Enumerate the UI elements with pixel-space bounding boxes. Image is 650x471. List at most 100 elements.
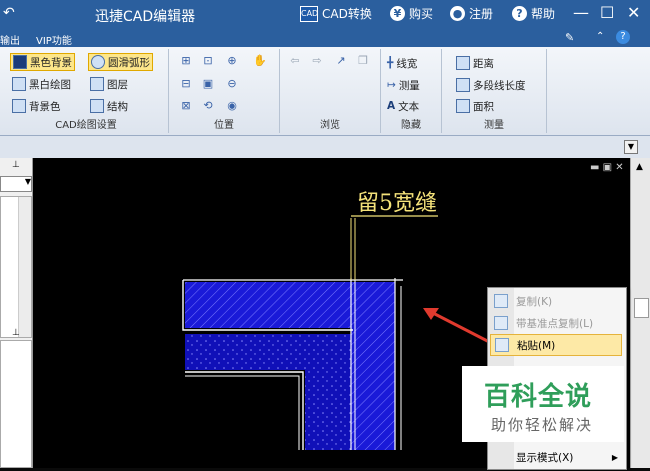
group-label-measure: 测量: [484, 120, 504, 131]
menu-output[interactable]: 输出: [0, 32, 20, 47]
scroll-up-icon[interactable]: ▲: [636, 162, 643, 172]
buy-button[interactable]: ¥ 购买: [390, 5, 433, 22]
layers-label: 图层: [107, 78, 128, 91]
minimize-button[interactable]: —: [573, 3, 589, 22]
question-icon: ?: [512, 6, 527, 21]
watermark-title: 百科全说: [484, 382, 593, 412]
group-label-position: 位置: [214, 120, 234, 131]
black-white-label: 黑白绘图: [29, 78, 71, 91]
black-white-drawing-button[interactable]: 黑白绘图: [12, 76, 71, 92]
background-color-button[interactable]: 背景色: [12, 98, 61, 114]
zoom-window-icon[interactable]: ⊡: [201, 55, 215, 67]
back-arrow-icon[interactable]: ⇦: [288, 55, 302, 67]
open-icon[interactable]: ↗: [334, 55, 348, 67]
structure-icon: [90, 99, 104, 113]
structure-button[interactable]: 结构: [90, 98, 128, 114]
left-panel: ⊥ ▼ ⊥: [0, 158, 33, 468]
forward-arrow-icon[interactable]: ⇨: [310, 55, 324, 67]
submenu-arrow-icon: ▶: [611, 452, 618, 462]
title-bar: ↶ 迅捷CAD编辑器 CAD CAD转换 ¥ 购买 ● 注册 ? 帮助 — ☐ …: [0, 0, 650, 30]
cad-convert-button[interactable]: CAD CAD转换: [300, 5, 372, 22]
black-background-button[interactable]: 黑色背景: [10, 53, 75, 71]
menu-display-mode-label: 显示模式(X): [516, 451, 574, 464]
region-zoom-icon[interactable]: ⊞: [179, 55, 193, 67]
ribbon: 黑色背景 圆滑弧形 黑白绘图 图层 背景色 结构 CAD绘图设置 ⊞ ⊡ ⊕ ✋…: [0, 47, 650, 136]
properties-list[interactable]: [0, 340, 32, 468]
ribbon-help-icon[interactable]: ?: [616, 30, 630, 44]
pin-icon-2[interactable]: ⊥: [12, 328, 20, 338]
fit-icon[interactable]: ⊟: [179, 78, 193, 90]
group-browse: ⇦ ⇨ ↗ ❐ 浏览: [280, 49, 381, 133]
group-cad-settings: 黑色背景 圆滑弧形 黑白绘图 图层 背景色 结构 CAD绘图设置: [4, 49, 169, 133]
smooth-arc-label: 圆滑弧形: [108, 56, 150, 69]
menu-copy[interactable]: 复制(K): [490, 291, 622, 311]
layer-combo[interactable]: ▼: [0, 176, 32, 192]
vertical-scrollbar[interactable]: ▲: [630, 158, 650, 468]
outline-wall: [185, 371, 304, 450]
toolbar-strip: ▼: [0, 136, 650, 159]
wall-fill-lower: [305, 370, 351, 450]
rotate-icon[interactable]: ⟲: [201, 100, 215, 112]
watermark-subtitle: 助你轻松解决: [491, 416, 594, 434]
close-button[interactable]: ✕: [627, 3, 640, 22]
smooth-arc-button[interactable]: 圆滑弧形: [88, 53, 153, 71]
text-icon: A: [387, 100, 396, 112]
distance-button[interactable]: 距离: [456, 55, 494, 71]
cad-convert-label: CAD转换: [322, 7, 372, 21]
area-button[interactable]: 面积: [456, 98, 494, 114]
slab-hatch: [185, 282, 351, 328]
polyline-length-icon: [456, 78, 470, 92]
menu-copy-with-base[interactable]: 带基准点复制(L): [490, 313, 622, 333]
help-button[interactable]: ? 帮助: [512, 5, 555, 22]
line-width-icon: ╋: [387, 57, 394, 69]
pin-icon[interactable]: ⊥: [12, 160, 20, 170]
group-label-hide: 隐藏: [401, 120, 421, 131]
smooth-arc-icon: [91, 55, 105, 69]
toolbar-dropdown-icon[interactable]: ▼: [624, 140, 638, 154]
area-icon: [456, 99, 470, 113]
menu-display-mode[interactable]: 显示模式(X) ▶: [490, 447, 622, 467]
text-button[interactable]: A 文本: [387, 98, 419, 114]
menu-paste[interactable]: 粘贴(M): [490, 334, 622, 356]
pan-hand-icon[interactable]: ✋: [253, 55, 267, 67]
layer-list[interactable]: [0, 196, 32, 338]
copy-base-icon: [494, 316, 508, 330]
area-label: 面积: [473, 100, 494, 113]
layers-button[interactable]: 图层: [90, 76, 128, 92]
annotation-text: 留5宽缝: [357, 191, 437, 216]
zoom-out-icon[interactable]: ⊖: [225, 78, 239, 90]
black-background-icon: [13, 55, 27, 69]
black-background-label: 黑色背景: [30, 56, 72, 69]
menu-vip[interactable]: VIP功能: [36, 32, 72, 47]
line-width-button[interactable]: ╋ 线宽: [387, 55, 417, 71]
copy-view-icon[interactable]: ❐: [356, 55, 370, 67]
left-scrollbar[interactable]: [18, 197, 31, 337]
line-width-label: 线宽: [396, 57, 418, 70]
view-icon[interactable]: ⊠: [179, 100, 193, 112]
maximize-button[interactable]: ☐: [600, 3, 614, 22]
measure-button[interactable]: ↦ 测量: [387, 77, 420, 93]
copy-icon: [494, 294, 508, 308]
measure-icon: ↦: [387, 79, 396, 91]
doc-window-controls[interactable]: ▬ ▣ ✕: [590, 162, 624, 173]
polyline-length-label: 多段线长度: [473, 79, 526, 92]
polyline-length-button[interactable]: 多段线长度: [456, 77, 526, 93]
zoom-in-icon[interactable]: ⊕: [225, 55, 239, 67]
undo-icon[interactable]: ↶: [3, 5, 15, 21]
skin-icon[interactable]: ✎: [565, 31, 574, 44]
menu-copy-label: 复制(K): [516, 295, 553, 308]
register-button[interactable]: ● 注册: [450, 5, 493, 22]
group-measure: 距离 多段线长度 面积 测量: [442, 49, 547, 133]
group-label-cad-settings: CAD绘图设置: [55, 120, 117, 131]
paste-icon: [495, 338, 509, 352]
text-label: 文本: [398, 100, 420, 113]
scroll-thumb[interactable]: [634, 298, 649, 318]
yen-icon: ¥: [390, 6, 405, 21]
group-hide: ╋ 线宽 ↦ 测量 A 文本 隐藏: [381, 49, 442, 133]
cad-convert-icon: CAD: [300, 5, 318, 22]
help-label: 帮助: [531, 7, 556, 21]
menu-bar: 输出 VIP功能 ✎ ⌃ ?: [0, 30, 650, 47]
orbit-icon[interactable]: ◉: [225, 100, 239, 112]
extents-icon[interactable]: ▣: [201, 78, 215, 90]
collapse-ribbon-icon[interactable]: ⌃: [596, 31, 604, 42]
